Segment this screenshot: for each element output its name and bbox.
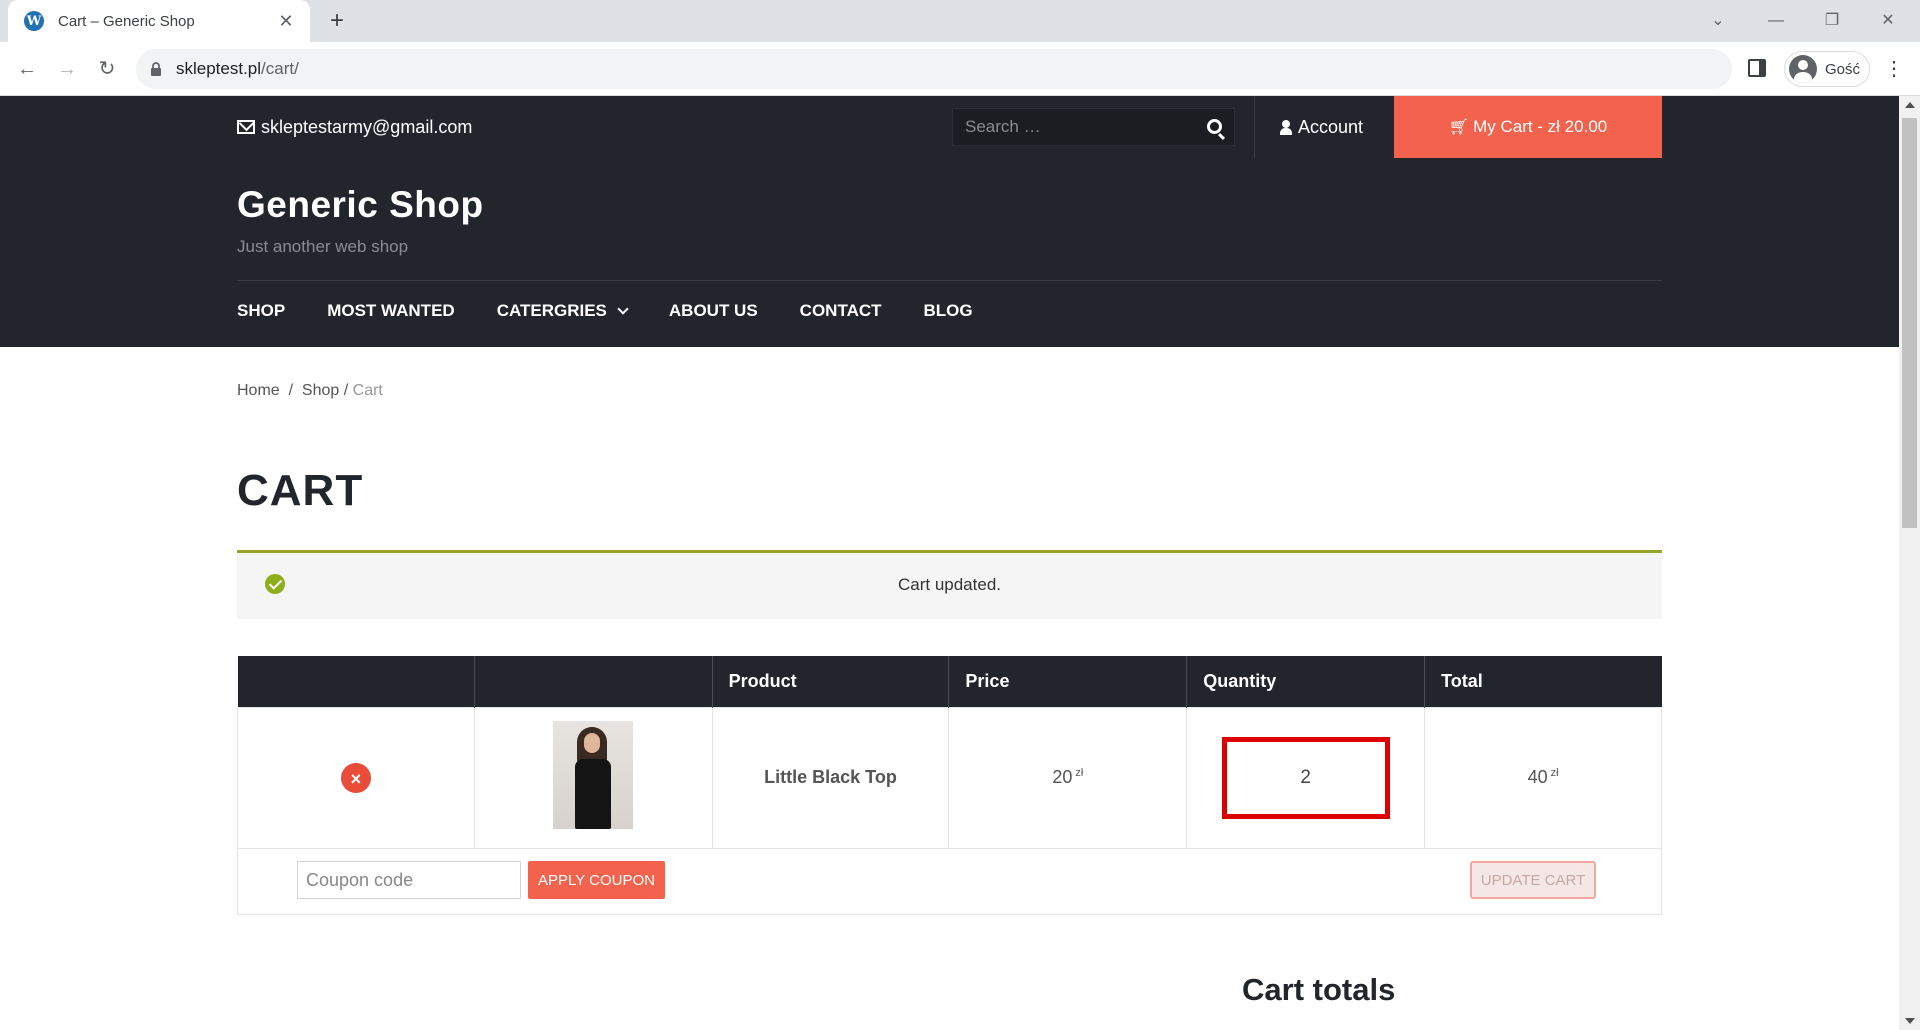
- notice-message: Cart updated.: [897, 575, 1001, 594]
- site-header: Generic Shop Just another web shop SHOP …: [0, 158, 1899, 347]
- cart-icon: 🛒︎: [1448, 119, 1470, 136]
- menu-item-contact[interactable]: CONTACT: [800, 301, 882, 321]
- menu-item-blog[interactable]: BLOG: [924, 301, 973, 321]
- address-bar[interactable]: skleptest.pl/cart/: [136, 49, 1732, 89]
- new-tab-button[interactable]: +: [322, 6, 352, 36]
- site-title[interactable]: Generic Shop: [237, 184, 484, 226]
- remove-cell: ×: [237, 706, 475, 849]
- breadcrumb-shop[interactable]: Shop: [302, 382, 339, 399]
- product-thumbnail[interactable]: [553, 721, 634, 829]
- menu-item-about-us[interactable]: ABOUT US: [669, 301, 758, 321]
- page-title: CART: [237, 466, 364, 515]
- page-scrollbar[interactable]: [1899, 96, 1920, 1030]
- search-icon[interactable]: [1207, 119, 1222, 134]
- profile-name: Gość: [1825, 60, 1861, 78]
- apply-coupon-button[interactable]: APPLY COUPON: [528, 861, 665, 899]
- url-host: skleptest.pl: [176, 59, 262, 78]
- chevron-down-icon: [617, 303, 629, 315]
- email-text: skleptestarmy@gmail.com: [261, 116, 473, 137]
- wordpress-icon: W: [24, 11, 44, 31]
- scroll-down-icon[interactable]: [1905, 1018, 1915, 1024]
- product-price: 20 zł: [1052, 767, 1084, 787]
- menu-item-most-wanted[interactable]: MOST WANTED: [327, 301, 455, 321]
- quantity-input[interactable]: 2: [1221, 736, 1390, 819]
- back-icon[interactable]: ←: [12, 54, 42, 84]
- update-cart-button[interactable]: UPDATE CART: [1470, 861, 1596, 899]
- menu-kebab-icon[interactable]: ⋮: [1884, 58, 1904, 80]
- tab-search-icon[interactable]: ⌄: [1698, 6, 1738, 36]
- site-tagline: Just another web shop: [237, 237, 409, 256]
- menu-item-categories[interactable]: CATERGRIES: [496, 301, 629, 321]
- header-remove: [237, 656, 475, 707]
- cart-totals-heading: Cart totals: [1242, 972, 1396, 1007]
- restore-button[interactable]: ❐: [1812, 6, 1852, 36]
- tab-strip: W Cart – Generic Shop ✕ + ⌄ — ❐ ✕: [0, 0, 1920, 42]
- page-viewport: skleptestarmy@gmail.com Account 🛒︎ My Ca…: [0, 96, 1899, 1030]
- cart-actions-row: APPLY COUPON UPDATE CART: [237, 848, 1662, 915]
- header-total: Total: [1424, 656, 1662, 707]
- divider: [1254, 96, 1255, 158]
- currency-symbol: zł: [1075, 767, 1084, 779]
- account-label: Account: [1298, 116, 1364, 137]
- price-cell: 20 zł: [948, 706, 1188, 849]
- top-bar: skleptestarmy@gmail.com Account 🛒︎ My Ca…: [0, 96, 1899, 158]
- forward-icon[interactable]: →: [52, 54, 82, 84]
- breadcrumb: Home / Shop / Cart: [237, 382, 383, 399]
- quantity-cell: 2: [1186, 706, 1426, 849]
- user-icon: [1280, 119, 1292, 135]
- header-price: Price: [948, 656, 1188, 707]
- side-panel-icon[interactable]: [1748, 59, 1766, 77]
- mini-cart-label: My Cart - zł 20.00: [1473, 117, 1608, 136]
- product-name-link[interactable]: Little Black Top: [764, 767, 897, 787]
- breadcrumb-home[interactable]: Home: [237, 382, 280, 399]
- tab-title: Cart – Generic Shop: [58, 12, 195, 30]
- search-form: [952, 108, 1235, 146]
- avatar-icon: [1789, 55, 1817, 83]
- close-window-button[interactable]: ✕: [1868, 6, 1908, 36]
- cart-updated-notice: Cart updated.: [237, 550, 1662, 619]
- profile-button[interactable]: Gość: [1784, 51, 1870, 87]
- lock-icon: [151, 62, 161, 76]
- total-cell: 40 zł: [1424, 706, 1662, 849]
- scroll-up-icon[interactable]: [1905, 102, 1915, 108]
- header-product: Product: [712, 656, 950, 707]
- cart-table-header: Product Price Quantity Total: [237, 656, 1662, 707]
- currency-symbol: zł: [1550, 767, 1559, 779]
- header-divider: [237, 280, 1662, 281]
- line-total: 40 zł: [1527, 767, 1559, 787]
- table-row: × Little Black Top 20 zł 2 40 zł: [237, 706, 1662, 849]
- close-tab-icon[interactable]: ✕: [276, 11, 296, 32]
- main-menu: SHOP MOST WANTED CATERGRIES ABOUT US CON…: [237, 295, 1015, 327]
- thumbnail-cell: [473, 706, 713, 849]
- contact-email[interactable]: skleptestarmy@gmail.com: [237, 96, 472, 158]
- remove-item-button[interactable]: ×: [340, 762, 371, 793]
- search-input[interactable]: [965, 117, 1195, 137]
- envelope-icon: [237, 120, 255, 134]
- menu-item-shop[interactable]: SHOP: [237, 301, 285, 321]
- menu-item-categories-label: CATERGRIES: [496, 301, 607, 320]
- browser-tab[interactable]: W Cart – Generic Shop ✕: [8, 0, 310, 42]
- mini-cart-button[interactable]: 🛒︎ My Cart - zł 20.00: [1394, 96, 1662, 158]
- product-cell: Little Black Top: [711, 706, 950, 849]
- reload-icon[interactable]: ↻: [92, 54, 122, 84]
- cart-table: Product Price Quantity Total × Little Bl…: [237, 656, 1662, 849]
- account-link[interactable]: Account: [1280, 96, 1363, 158]
- minimize-button[interactable]: —: [1756, 6, 1796, 36]
- breadcrumb-current: Cart: [352, 382, 383, 399]
- coupon-code-input[interactable]: [297, 861, 521, 899]
- header-thumbnail: [474, 656, 713, 707]
- browser-toolbar: ← → ↻ skleptest.pl/cart/ Gość ⋮: [0, 42, 1920, 96]
- header-quantity: Quantity: [1186, 656, 1426, 707]
- scrollbar-thumb[interactable]: [1902, 118, 1917, 528]
- url-path: /cart/: [261, 59, 299, 78]
